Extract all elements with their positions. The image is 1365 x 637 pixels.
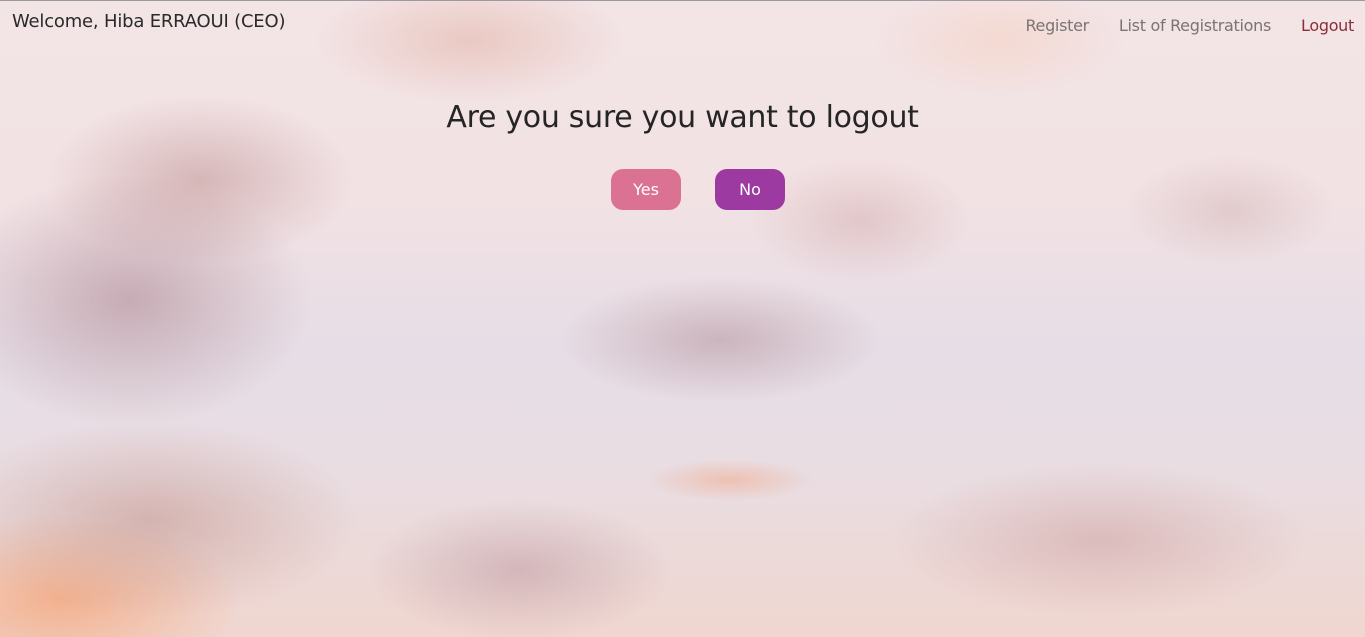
yes-button[interactable]: Yes — [611, 169, 681, 210]
nav-links: Register List of Registrations Logout — [1025, 16, 1354, 35]
nav-link-list-of-registrations[interactable]: List of Registrations — [1119, 16, 1271, 35]
welcome-brand: Welcome, Hiba ERRAOUI (CEO) — [12, 11, 286, 32]
no-button[interactable]: No — [715, 169, 785, 210]
nav-link-register[interactable]: Register — [1025, 16, 1089, 35]
nav-link-logout[interactable]: Logout — [1301, 16, 1354, 35]
navbar: Welcome, Hiba ERRAOUI (CEO) Register Lis… — [0, 0, 1365, 50]
confirm-buttons: Yes No — [611, 169, 785, 210]
logout-confirm-heading: Are you sure you want to logout — [446, 100, 919, 135]
